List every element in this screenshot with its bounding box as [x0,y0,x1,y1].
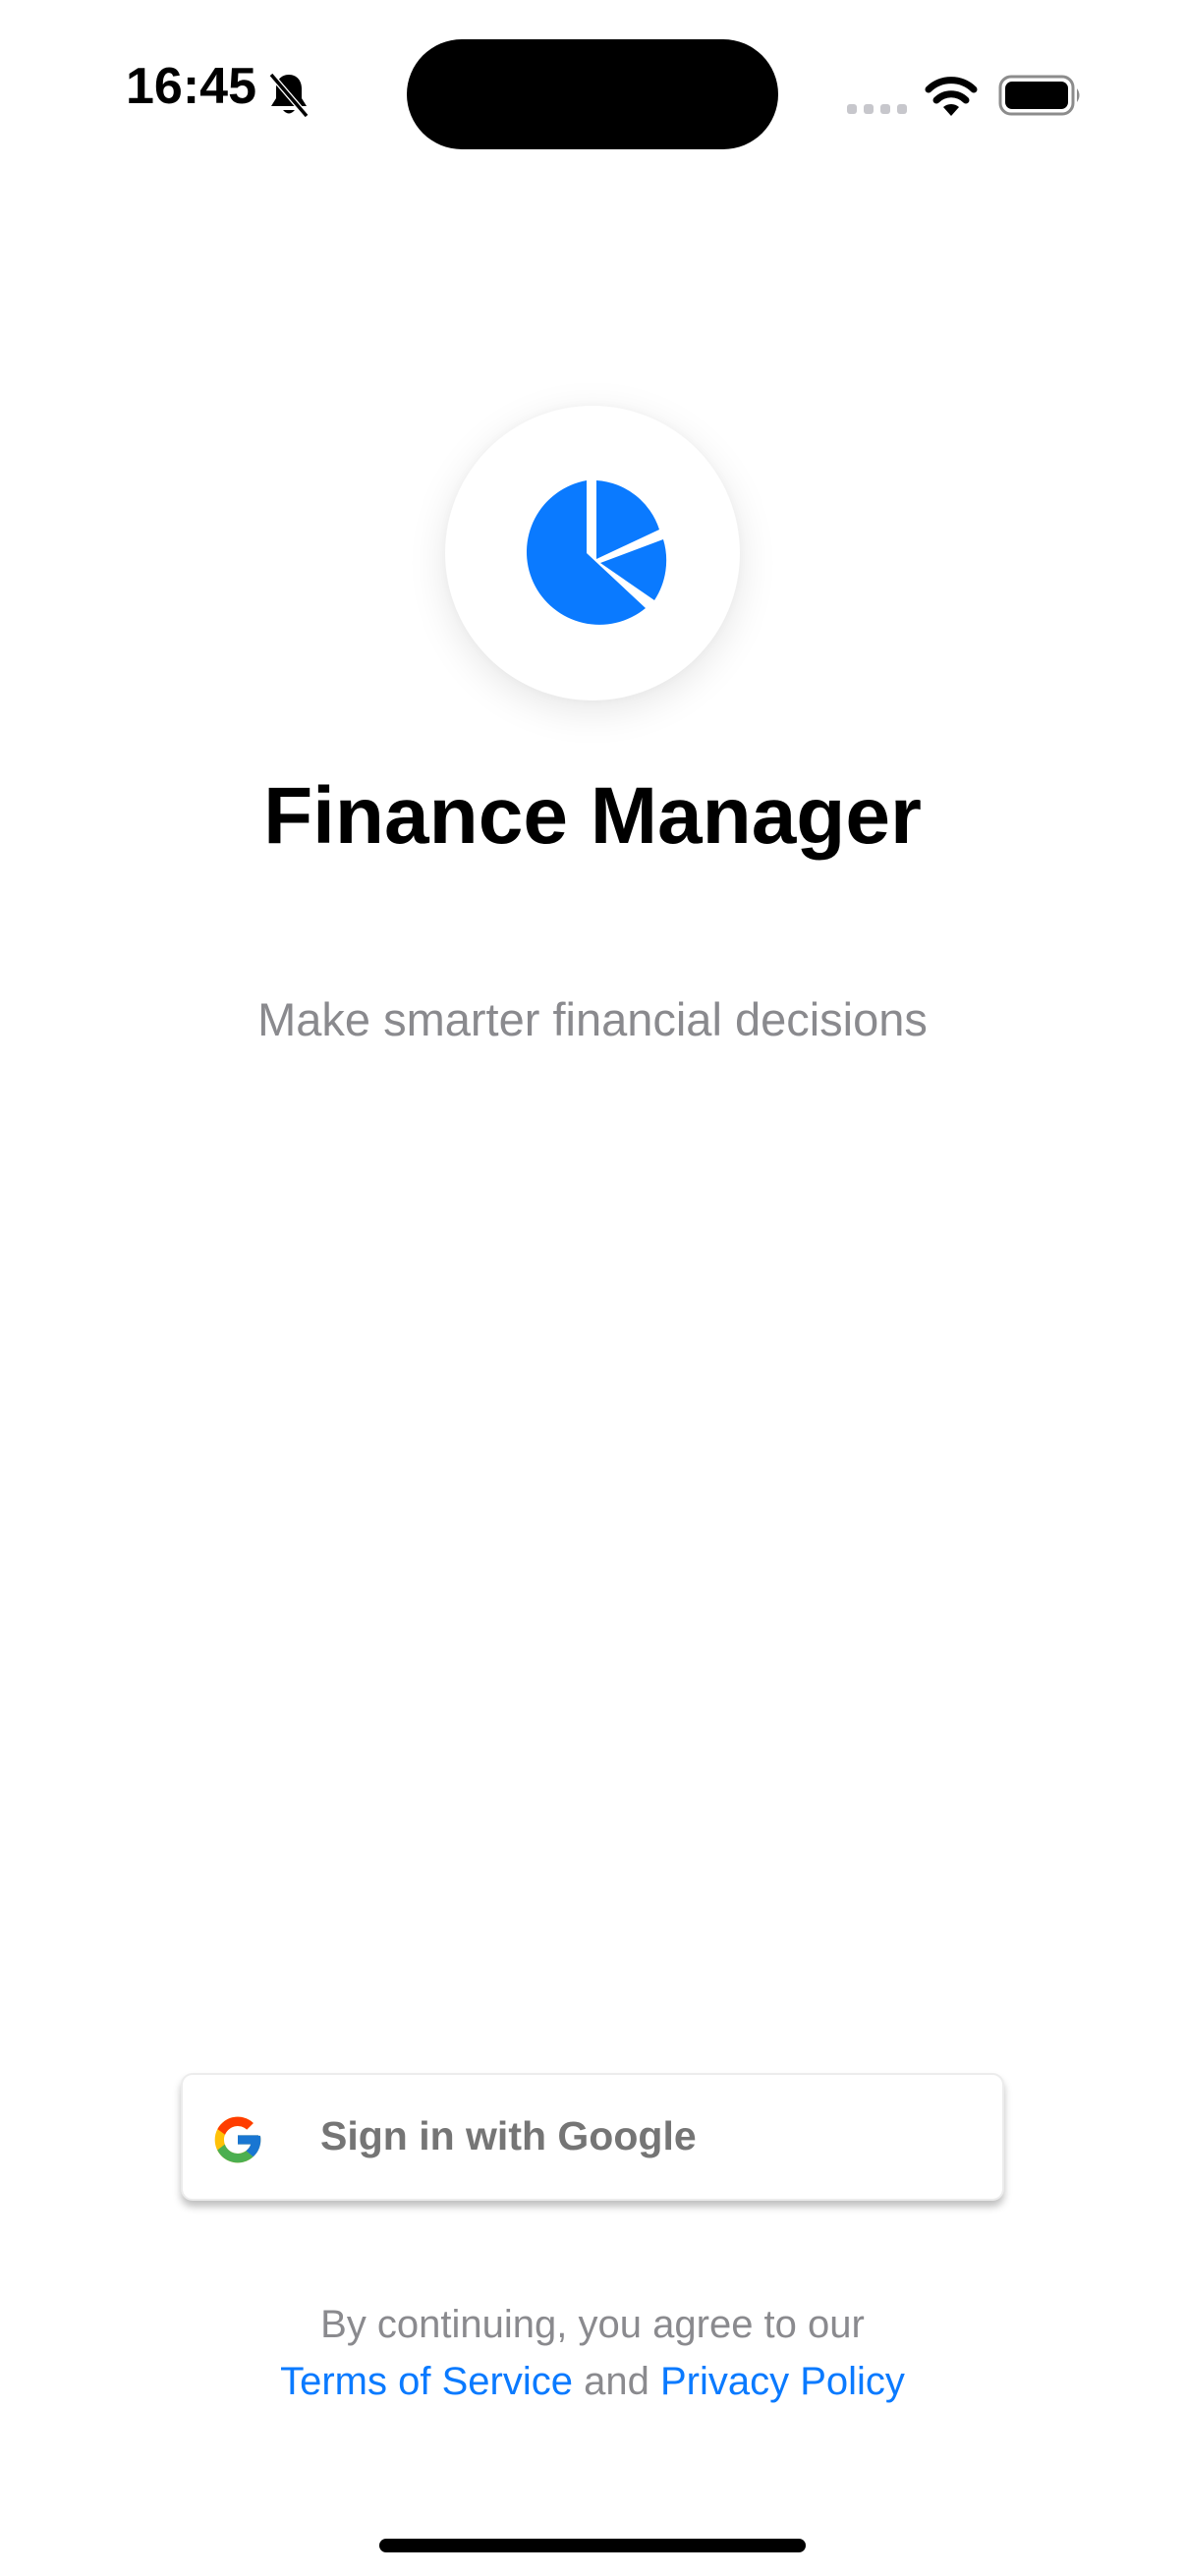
bell-slash-icon [268,73,310,118]
battery-icon [998,75,1080,116]
app-tagline: Make smarter financial decisions [257,993,928,1045]
signal-icon [847,104,907,114]
privacy-policy-link[interactable]: Privacy Policy [660,2360,905,2403]
legal-links: Terms of Service and Privacy Policy [0,2362,1185,2401]
google-sign-in-label: Sign in with Google [320,2113,697,2158]
wifi-icon [925,77,978,116]
status-time: 16:45 [126,58,256,115]
terms-of-service-link[interactable]: Terms of Service [280,2360,573,2403]
google-icon [214,2116,261,2163]
legal-and: and [584,2360,649,2403]
home-indicator[interactable] [379,2539,806,2552]
google-sign-in-button[interactable]: Sign in with Google [181,2073,1004,2201]
app-title: Finance Manager [263,771,922,861]
pie-chart-icon [526,480,667,625]
legal-prefix: By continuing, you agree to our [320,2303,865,2346]
dynamic-island [407,39,778,149]
